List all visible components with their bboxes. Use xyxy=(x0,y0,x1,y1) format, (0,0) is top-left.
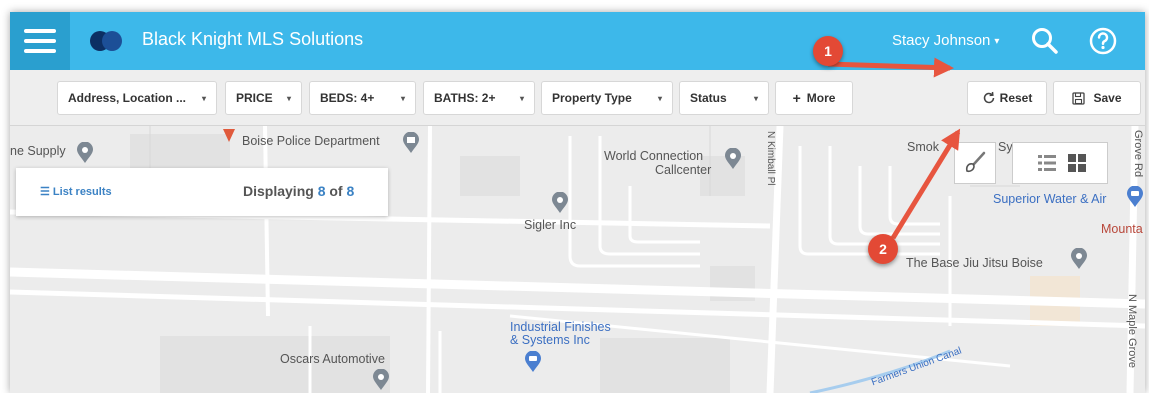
help-icon[interactable] xyxy=(1088,26,1118,56)
chevron-down-icon: ▾ xyxy=(753,93,758,103)
save-button[interactable]: Save xyxy=(1053,81,1141,115)
plus-icon: + xyxy=(792,90,801,106)
callout-badge-1: 1 xyxy=(813,36,843,66)
list-results-link[interactable]: ☰ List results xyxy=(40,185,112,198)
app-window: Black Knight MLS Solutions Stacy Johnson… xyxy=(10,12,1145,393)
map-label: & Systems Inc xyxy=(510,333,590,347)
menu-bar-icon xyxy=(24,49,56,53)
chevron-down-icon: ▾ xyxy=(519,93,524,103)
map-pin-icon[interactable] xyxy=(1070,248,1088,270)
results-panel: ☰ List results Displaying 8 of 8 xyxy=(16,168,388,216)
hamburger-menu-button[interactable] xyxy=(10,12,70,70)
app-title: Black Knight MLS Solutions xyxy=(142,29,364,49)
top-header: Black Knight MLS Solutions Stacy Johnson… xyxy=(10,12,1145,70)
floppy-disk-icon xyxy=(1072,91,1086,105)
baths-filter-label: BATHS: 2+ xyxy=(434,91,496,105)
beds-filter-label: BEDS: 4+ xyxy=(320,91,375,105)
chevron-down-icon: ▾ xyxy=(994,35,1000,47)
save-label: Save xyxy=(1093,91,1122,105)
refresh-icon xyxy=(983,91,994,104)
service-pin-icon[interactable] xyxy=(1126,186,1144,208)
map-label: Callcenter xyxy=(655,163,712,177)
property-type-filter-dropdown[interactable]: Property Type ▾ xyxy=(541,81,673,115)
location-marker-icon[interactable] xyxy=(222,128,236,144)
status-filter-label: Status xyxy=(690,91,727,105)
shown-count: 8 xyxy=(317,183,326,199)
price-filter-dropdown[interactable]: PRICE ▾ xyxy=(225,81,302,115)
status-filter-dropdown[interactable]: Status ▾ xyxy=(679,81,769,115)
map-label: Mounta xyxy=(1101,222,1143,236)
property-type-filter-label: Property Type xyxy=(552,91,632,105)
paint-brush-icon xyxy=(965,151,986,173)
reset-label: Reset xyxy=(999,91,1033,105)
user-name: Stacy Johnson xyxy=(892,32,991,49)
map-label: Sy xyxy=(998,140,1013,154)
menu-bar-icon xyxy=(24,29,56,33)
user-menu-dropdown[interactable]: Stacy Johnson ▾ xyxy=(892,32,999,49)
street-label: N Kimball Pl xyxy=(765,131,776,186)
chevron-down-icon: ▾ xyxy=(286,93,291,103)
map-label: Industrial Finishes xyxy=(510,320,611,334)
list-view-icon[interactable] xyxy=(1037,153,1057,173)
chevron-down-icon: ▾ xyxy=(201,93,206,103)
chevron-down-icon: ▾ xyxy=(400,93,405,103)
draw-area-button[interactable] xyxy=(954,142,996,184)
list-results-label: List results xyxy=(52,186,112,198)
map-pin-icon[interactable] xyxy=(372,369,390,391)
filter-bar: Address, Location ... ▾ PRICE ▾ BEDS: 4+… xyxy=(10,70,1145,126)
more-filters-button[interactable]: + More xyxy=(775,81,853,115)
map-label: Boise Police Department xyxy=(242,134,380,148)
brand-logo-icon xyxy=(90,30,126,52)
map-label: Oscars Automotive xyxy=(280,352,385,366)
service-pin-icon[interactable] xyxy=(524,351,542,373)
list-icon: ☰ xyxy=(40,186,53,198)
of-label: of xyxy=(329,183,343,199)
map-pin-icon[interactable] xyxy=(76,142,94,164)
building-pin-icon[interactable] xyxy=(402,132,420,154)
view-toggle xyxy=(1012,142,1108,184)
map-label: World Connection xyxy=(604,149,704,163)
grid-view-icon[interactable] xyxy=(1067,153,1087,173)
map-label: ne Supply xyxy=(10,144,66,158)
map-label: Smok xyxy=(907,140,939,154)
street-label: N Maple Grove xyxy=(1126,294,1138,368)
map-view[interactable]: ne Supply Boise Police Department World … xyxy=(10,126,1145,393)
map-label: Sigler Inc xyxy=(524,218,577,232)
displaying-label: Displaying xyxy=(243,183,314,199)
street-label: Grove Rd xyxy=(1132,130,1144,178)
price-filter-label: PRICE xyxy=(236,91,273,105)
menu-bar-icon xyxy=(24,39,56,43)
total-count: 8 xyxy=(346,183,355,199)
results-count: Displaying 8 of 8 xyxy=(243,183,354,199)
chevron-down-icon: ▾ xyxy=(657,93,662,103)
beds-filter-dropdown[interactable]: BEDS: 4+ ▾ xyxy=(309,81,416,115)
map-pin-icon[interactable] xyxy=(724,148,742,170)
map-label: Superior Water & Air xyxy=(993,192,1107,206)
map-pin-icon[interactable] xyxy=(551,192,569,214)
location-filter-dropdown[interactable]: Address, Location ... ▾ xyxy=(57,81,217,115)
map-label: The Base Jiu Jitsu Boise xyxy=(906,256,1043,270)
search-icon[interactable] xyxy=(1030,26,1060,56)
baths-filter-dropdown[interactable]: BATHS: 2+ ▾ xyxy=(423,81,535,115)
location-filter-label: Address, Location ... xyxy=(68,91,187,105)
more-filters-label: More xyxy=(806,91,836,105)
callout-badge-2: 2 xyxy=(868,234,898,264)
reset-button[interactable]: Reset xyxy=(967,81,1047,115)
